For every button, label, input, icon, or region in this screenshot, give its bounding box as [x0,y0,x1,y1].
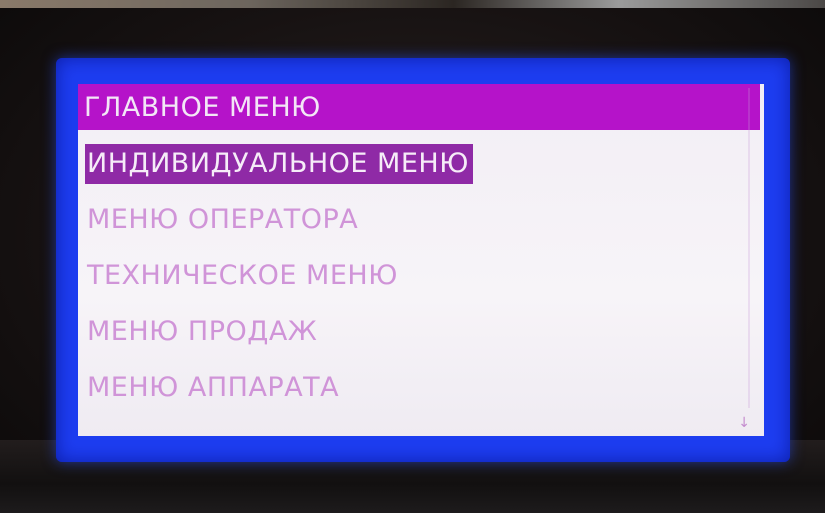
menu-title: ГЛАВНОЕ МЕНЮ [78,84,760,130]
menu-item-label: МЕНЮ ОПЕРАТОРА [87,204,359,235]
menu-item-sales[interactable]: МЕНЮ ПРОДАЖ [78,304,764,360]
photo-background-strip [0,0,825,8]
lcd-screen: ГЛАВНОЕ МЕНЮ ИНДИВИДУАЛЬНОЕ МЕНЮ МЕНЮ ОП… [78,84,764,436]
menu-item-operator[interactable]: МЕНЮ ОПЕРАТОРА [78,192,764,248]
menu-item-technical[interactable]: ТЕХНИЧЕСКОЕ МЕНЮ [78,248,764,304]
menu-list: ИНДИВИДУАЛЬНОЕ МЕНЮ МЕНЮ ОПЕРАТОРА ТЕХНИ… [78,136,764,416]
menu-item-machine[interactable]: МЕНЮ АППАРАТА [78,360,764,416]
arrow-down-icon[interactable]: ↓ [738,416,750,430]
menu-item-individual[interactable]: ИНДИВИДУАЛЬНОЕ МЕНЮ [78,136,764,192]
menu-item-label: ИНДИВИДУАЛЬНОЕ МЕНЮ [85,144,473,184]
menu-item-label: МЕНЮ АППАРАТА [87,372,340,403]
scrollbar-track [748,88,750,408]
menu-item-label: МЕНЮ ПРОДАЖ [87,316,318,347]
menu-item-label: ТЕХНИЧЕСКОЕ МЕНЮ [87,260,398,291]
